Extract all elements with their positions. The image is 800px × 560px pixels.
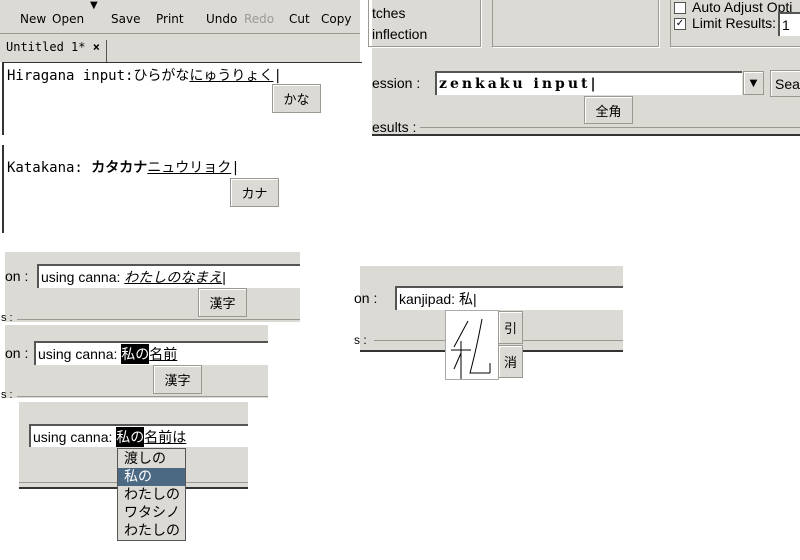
preedit-text: ニュウリョク [147, 160, 232, 176]
toolbar-open-button[interactable]: Open [52, 12, 84, 26]
text: using canna: [41, 269, 121, 285]
expression-label: on : [5, 268, 29, 284]
kanjipad-lookup-button[interactable]: 引 [498, 311, 523, 344]
kanjipad-clear-button[interactable]: 消 [498, 345, 523, 378]
tab-bar: Untitled 1* × [0, 34, 360, 62]
text: Hiragana input: [7, 68, 134, 84]
expression-input[interactable]: using canna: 私の 名前は [29, 424, 248, 447]
close-tab-icon[interactable]: × [93, 40, 100, 54]
hiragana-line: Hiragana input:ひらがなにゅうりょく| [7, 68, 282, 84]
results-label: s : [1, 312, 13, 324]
preedit-text: わたしのなまえ [124, 269, 223, 285]
text: using canna: [38, 346, 118, 362]
candidate-item[interactable]: わたしの [118, 486, 185, 504]
kana-button[interactable]: かな [272, 84, 321, 113]
expression-input[interactable]: kanjipad: 私 | [395, 286, 623, 310]
preedit-text: にゅうりょく [189, 68, 274, 84]
search-panel: tches inflection Auto Adjust Opti ✓ Limi… [368, 0, 800, 136]
zenkaku-button[interactable]: 全角 [584, 96, 633, 124]
toolbar-cut-button[interactable]: Cut [289, 12, 310, 26]
candidate-item[interactable]: ワタシノ [118, 504, 185, 522]
katakana-line: Katakana: カタカナニュウリョク| [7, 160, 240, 176]
kanji-button[interactable]: 漢字 [153, 365, 202, 394]
kanjipad-drawing-area[interactable] [445, 310, 499, 380]
expression-dropdown[interactable]: ▼ [743, 71, 764, 95]
canna-panel-2: on : using canna: 私の 名前 漢字 s : [1, 325, 268, 401]
expression-input[interactable]: zenkaku input | [435, 71, 742, 95]
committed-text: ひらがな [133, 68, 190, 84]
selected-segment: 私の [116, 426, 145, 447]
candidate-list: 渡しの 私の わたしの ワタシノ わたしの [117, 448, 186, 541]
results-divider [420, 127, 800, 128]
handwritten-kanji-strokes [451, 318, 491, 379]
selected-segment: 私の [121, 344, 150, 364]
results-label: s : [1, 389, 13, 401]
auto-adjust-checkbox[interactable] [674, 2, 686, 14]
middle-frame [492, 0, 659, 47]
text: using canna: [33, 428, 113, 445]
expression-text: zenkaku input [439, 76, 591, 92]
input-text: 私 [458, 291, 473, 307]
candidate-item[interactable]: わたしの [118, 522, 185, 540]
kana-katakana-button[interactable]: カナ [230, 178, 279, 207]
limit-results-label: Limit Results: [692, 15, 777, 31]
open-dropdown-icon[interactable]: ▼ [90, 0, 98, 11]
results-divider [17, 319, 300, 320]
katakana-editor[interactable]: Katakana: カタカナニュウリョク| [2, 145, 364, 233]
editor-toolbar: New Open ▼ Save Print Undo Redo Cut Copy [0, 0, 360, 34]
option-matches[interactable]: tches [372, 5, 405, 21]
expression-input[interactable]: using canna: わたしのなまえ | [37, 264, 300, 288]
toolbar-new-button[interactable]: New [20, 12, 46, 26]
text: Katakana: [7, 160, 92, 176]
results-label: s : [354, 333, 367, 347]
preedit-text: 名前は [144, 428, 187, 445]
toolbar-print-button[interactable]: Print [156, 12, 184, 26]
results-label: esults : [372, 119, 417, 135]
expression-label: on : [5, 345, 29, 361]
expression-input[interactable]: using canna: 私の 名前 [34, 341, 268, 365]
toolbar-redo-button[interactable]: Redo [244, 12, 274, 26]
canna-panel-1: on : using canna: わたしのなまえ | 漢字 s : [1, 252, 300, 324]
search-button[interactable]: Sea [770, 70, 800, 97]
toolbar-undo-button[interactable]: Undo [206, 12, 237, 26]
limit-results-input[interactable]: 1 [778, 12, 800, 36]
candidate-item[interactable]: 渡しの [118, 450, 185, 468]
candidate-item-selected[interactable]: 私の [118, 468, 185, 486]
results-divider [17, 396, 268, 397]
kanji-button[interactable]: 漢字 [198, 288, 247, 317]
tab-label: Untitled 1* [6, 40, 86, 54]
toolbar-save-button[interactable]: Save [111, 12, 140, 26]
committed-text: カタカナ [91, 160, 148, 176]
text: kanjipad: [399, 291, 456, 307]
expression-label: on : [354, 290, 378, 306]
toolbar-copy-button[interactable]: Copy [321, 12, 351, 26]
expression-label: ession : [372, 75, 421, 91]
limit-results-checkbox[interactable]: ✓ [674, 18, 686, 30]
option-inflection[interactable]: inflection [372, 26, 427, 42]
tab-untitled[interactable]: Untitled 1* × [6, 40, 107, 62]
preedit-text: 名前 [149, 346, 178, 362]
